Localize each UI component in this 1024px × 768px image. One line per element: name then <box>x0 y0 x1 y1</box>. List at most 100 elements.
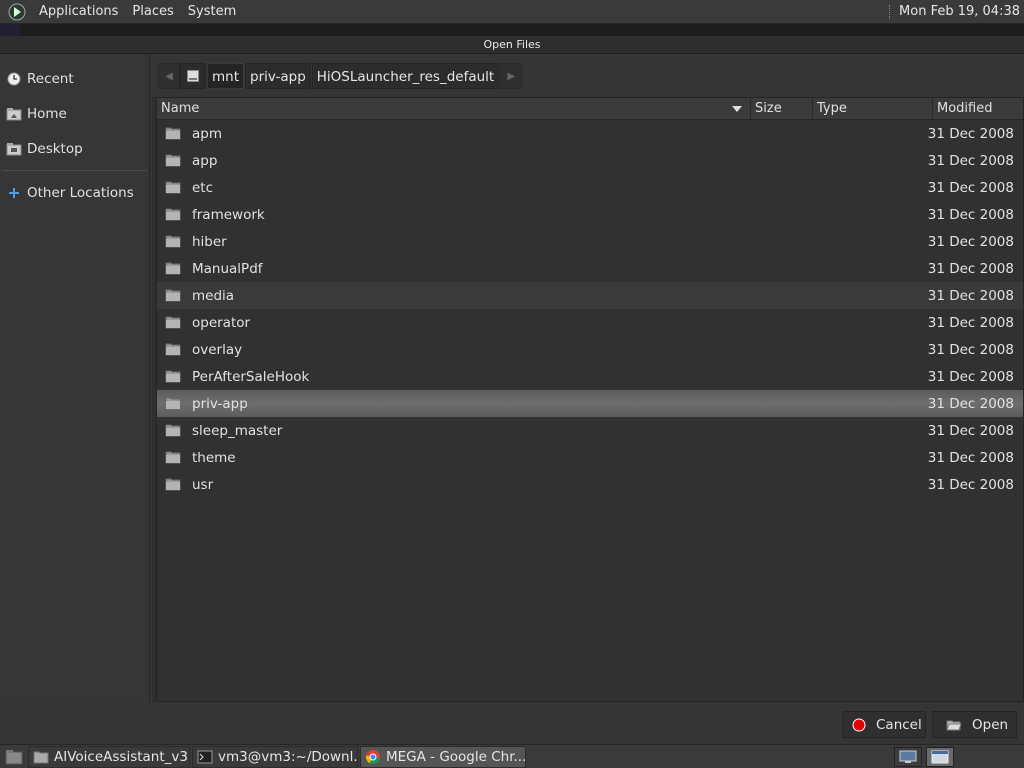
file-name: media <box>192 287 235 304</box>
sidebar-separator <box>2 170 147 171</box>
file-modified: 31 Dec 2008 <box>927 125 1014 142</box>
chrome-icon <box>365 749 381 765</box>
file-row[interactable]: theme 31 Dec 2008 <box>157 444 1023 471</box>
column-size[interactable]: Size <box>751 98 813 119</box>
file-modified: 31 Dec 2008 <box>927 395 1014 412</box>
file-modified: 31 Dec 2008 <box>927 260 1014 277</box>
show-desktop-icon[interactable] <box>2 746 26 768</box>
menu-system[interactable]: System <box>181 0 243 24</box>
folder-icon <box>165 261 181 275</box>
file-name: hiber <box>192 233 227 250</box>
file-row[interactable]: app 31 Dec 2008 <box>157 147 1023 174</box>
task-chrome[interactable]: MEGA - Google Chr... <box>360 745 526 768</box>
file-row[interactable]: ManualPdf 31 Dec 2008 <box>157 255 1023 282</box>
column-header: Name Size Type Modified <box>157 98 1023 120</box>
file-row[interactable]: sleep_master 31 Dec 2008 <box>157 417 1023 444</box>
panel-separator <box>889 5 891 19</box>
file-name: PerAfterSaleHook <box>192 368 310 385</box>
folder-icon <box>165 126 181 140</box>
folder-icon <box>165 423 181 437</box>
file-name: sleep_master <box>192 422 283 439</box>
file-name: app <box>192 152 218 169</box>
folder-icon <box>33 749 49 765</box>
file-modified: 31 Dec 2008 <box>927 314 1014 331</box>
file-row[interactable]: overlay 31 Dec 2008 <box>157 336 1023 363</box>
file-row[interactable]: media 31 Dec 2008 <box>157 282 1023 309</box>
folder-icon <box>165 315 181 329</box>
file-modified: 31 Dec 2008 <box>927 206 1014 223</box>
workspace-icon <box>931 750 949 764</box>
menu-applications[interactable]: Applications <box>32 0 125 24</box>
open-label: Open <box>972 716 1009 733</box>
path-drive-button[interactable] <box>180 63 206 89</box>
path-crumb-priv-app[interactable]: priv-app <box>245 63 311 89</box>
taskbar: AIVoiceAssistant_v3.4 vm3@vm3:~/Downl...… <box>0 744 1024 768</box>
file-row[interactable]: hiber 31 Dec 2008 <box>157 228 1023 255</box>
path-scroll-left-button[interactable]: ◀ <box>158 63 180 89</box>
folder-icon <box>165 234 181 248</box>
sidebar-item-label: Home <box>27 105 67 122</box>
path-crumb-launcher[interactable]: HiOSLauncher_res_default <box>311 63 500 89</box>
file-name: priv-app <box>192 395 248 412</box>
file-modified: 31 Dec 2008 <box>927 449 1014 466</box>
open-folder-icon <box>946 718 962 732</box>
file-row[interactable]: operator 31 Dec 2008 <box>157 309 1023 336</box>
file-name: theme <box>192 449 236 466</box>
cancel-label: Cancel <box>876 716 922 733</box>
places-sidebar: Recent Home Desktop Other Locations <box>0 55 150 702</box>
home-icon <box>6 106 22 122</box>
folder-icon <box>165 288 181 302</box>
task-terminal[interactable]: vm3@vm3:~/Downl... <box>192 745 358 768</box>
folder-icon <box>165 342 181 356</box>
file-name: usr <box>192 476 214 493</box>
clock-text: Mon Feb 19, 04:38 <box>899 4 1020 19</box>
sidebar-item-desktop[interactable]: Desktop <box>0 131 149 166</box>
background-window <box>0 24 1024 36</box>
path-scroll-right-button[interactable]: ▶ <box>500 63 523 89</box>
folder-icon <box>165 369 181 383</box>
column-name[interactable]: Name <box>157 98 751 119</box>
distro-logo-icon[interactable] <box>6 1 28 23</box>
folder-icon <box>165 477 181 491</box>
cancel-button[interactable]: Cancel <box>842 711 926 738</box>
sidebar-item-home[interactable]: Home <box>0 96 149 131</box>
file-row[interactable]: usr 31 Dec 2008 <box>157 471 1023 498</box>
file-row[interactable]: framework 31 Dec 2008 <box>157 201 1023 228</box>
folder-icon <box>165 450 181 464</box>
workspace-1-button[interactable] <box>894 747 922 767</box>
file-row[interactable]: PerAfterSaleHook 31 Dec 2008 <box>157 363 1023 390</box>
file-modified: 31 Dec 2008 <box>927 422 1014 439</box>
file-modified: 31 Dec 2008 <box>927 233 1014 250</box>
task-aivoiceassistant[interactable]: AIVoiceAssistant_v3.4 <box>28 745 190 768</box>
dialog-button-bar: Cancel Open <box>0 702 1024 744</box>
file-name: operator <box>192 314 251 331</box>
path-crumb-mnt[interactable]: mnt <box>207 63 244 89</box>
file-name: framework <box>192 206 265 223</box>
file-name: etc <box>192 179 214 196</box>
folder-icon <box>165 153 181 167</box>
cancel-icon <box>852 718 866 732</box>
menu-places[interactable]: Places <box>125 0 180 24</box>
file-name: ManualPdf <box>192 260 263 277</box>
drive-icon <box>187 70 199 82</box>
sidebar-item-label: Other Locations <box>27 184 134 201</box>
file-row[interactable]: apm 31 Dec 2008 <box>157 120 1023 147</box>
top-panel: Applications Places System Mon Feb 19, 0… <box>0 0 1024 24</box>
column-type[interactable]: Type <box>813 98 933 119</box>
file-rows: apm 31 Dec 2008 app 31 Dec 2008 etc 31 Dec 20… <box>157 120 1023 498</box>
file-row[interactable]: priv-app 31 Dec 2008 <box>157 390 1023 417</box>
sidebar-item-other-locations[interactable]: Other Locations <box>0 175 149 210</box>
open-button[interactable]: Open <box>932 711 1017 738</box>
file-name: overlay <box>192 341 243 358</box>
file-chooser-main: ◀ mnt priv-app HiOSLauncher_res_default … <box>152 55 1024 702</box>
workspace-2-button[interactable] <box>926 747 954 767</box>
file-list: Name Size Type Modified apm 31 Dec 2008 ap… <box>156 97 1024 702</box>
file-row[interactable]: etc 31 Dec 2008 <box>157 174 1023 201</box>
file-modified: 31 Dec 2008 <box>927 152 1014 169</box>
sidebar-item-recent[interactable]: Recent <box>0 61 149 96</box>
clock[interactable]: Mon Feb 19, 04:38 <box>889 0 1020 24</box>
task-label: vm3@vm3:~/Downl... <box>218 748 358 765</box>
column-modified[interactable]: Modified <box>933 98 1021 119</box>
file-modified: 31 Dec 2008 <box>927 476 1014 493</box>
dialog-title: Open Files <box>0 36 1024 54</box>
